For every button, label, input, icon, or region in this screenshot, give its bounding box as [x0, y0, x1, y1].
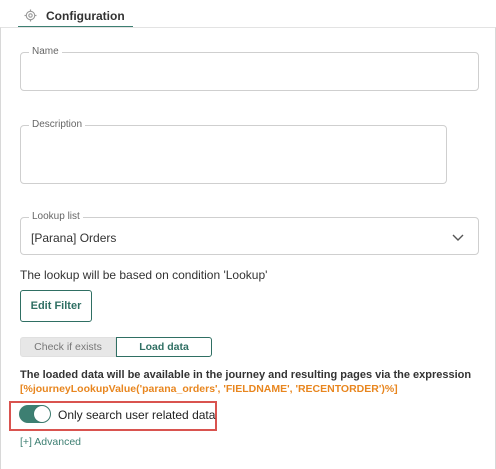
check-if-exists-button[interactable]: Check if exists [20, 337, 116, 357]
name-field[interactable]: Name [20, 46, 479, 91]
description-field[interactable]: Description [20, 119, 447, 184]
user-related-toggle-label: Only search user related data [58, 408, 216, 422]
lookup-list-select[interactable]: Lookup list [Parana] Orders [20, 211, 479, 255]
lookup-list-label: Lookup list [29, 211, 83, 222]
load-data-button[interactable]: Load data [116, 337, 212, 357]
chevron-down-icon[interactable] [452, 230, 464, 242]
user-related-toggle[interactable] [19, 405, 51, 423]
toggle-knob [34, 406, 50, 422]
lookup-condition-hint: The lookup will be based on condition 'L… [20, 268, 268, 282]
advanced-link[interactable]: [+] Advanced [20, 436, 81, 448]
tab-bar: Configuration [0, 0, 496, 28]
lookup-expression: [%journeyLookupValue('parana_orders', 'F… [20, 383, 398, 395]
mode-toggle-group: Check if exists Load data [20, 337, 212, 357]
name-field-label: Name [29, 46, 62, 57]
lookup-list-value: [Parana] Orders [31, 231, 117, 245]
tab-configuration[interactable]: Configuration [18, 4, 133, 28]
edit-filter-button[interactable]: Edit Filter [20, 290, 92, 322]
loaded-data-info: The loaded data will be available in the… [20, 369, 472, 381]
description-field-label: Description [29, 119, 86, 130]
gear-icon [24, 9, 37, 22]
tab-configuration-label: Configuration [46, 8, 125, 23]
